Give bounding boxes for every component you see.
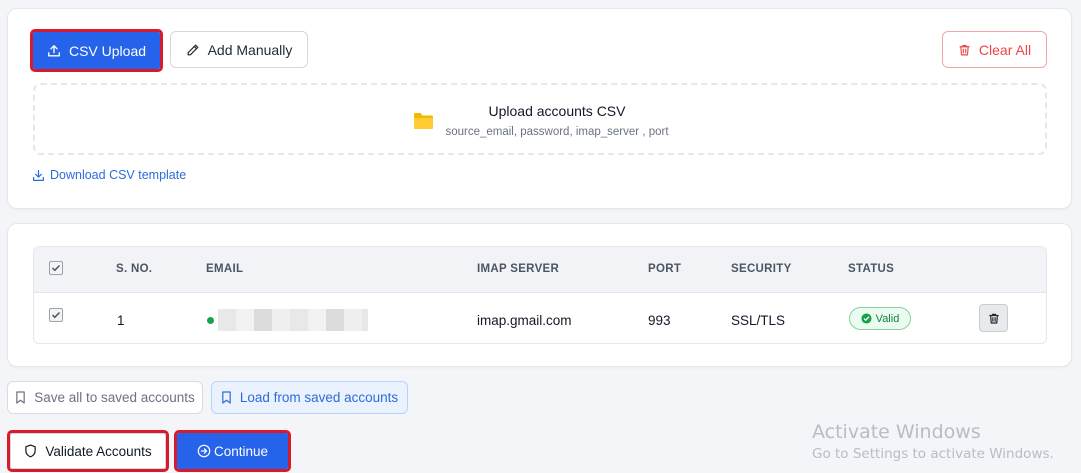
dropzone-subtitle: source_email, password, imap_server , po… xyxy=(445,126,669,138)
header-security: SECURITY xyxy=(731,263,792,275)
bookmark-icon xyxy=(16,391,25,404)
add-manually-button[interactable]: Add Manually xyxy=(170,31,308,68)
clear-all-label: Clear All xyxy=(978,41,1032,58)
download-template-link[interactable]: Download CSV template xyxy=(32,168,186,182)
trash-icon xyxy=(988,313,999,324)
validate-accounts-button[interactable]: Validate Accounts xyxy=(7,430,169,472)
status-label: Valid xyxy=(875,312,900,325)
validate-accounts-label: Validate Accounts xyxy=(45,443,152,459)
row-checkbox[interactable] xyxy=(49,308,63,322)
table-header: S. NO. EMAIL IMAP SERVER PORT SECURITY S… xyxy=(34,247,1046,293)
pencil-icon xyxy=(187,44,199,55)
checkmark-icon xyxy=(51,311,61,319)
activate-windows-title: Activate Windows xyxy=(812,421,981,443)
csv-dropzone[interactable]: Upload accounts CSV source_email, passwo… xyxy=(33,83,1047,155)
continue-label: Continue xyxy=(213,443,269,459)
row-sno: 1 xyxy=(117,313,125,328)
row-security: SSL/TLS xyxy=(731,313,786,328)
header-port: PORT xyxy=(648,263,682,275)
add-manually-label: Add Manually xyxy=(207,41,293,58)
select-all-checkbox[interactable] xyxy=(49,261,63,275)
bookmark-icon xyxy=(222,391,231,404)
dropzone-title: Upload accounts CSV xyxy=(488,103,626,119)
save-all-button[interactable]: Save all to saved accounts xyxy=(7,381,203,414)
checkmark-icon xyxy=(51,264,61,272)
row-imap-server: imap.gmail.com xyxy=(477,313,572,328)
delete-row-button[interactable] xyxy=(979,304,1008,332)
arrow-circle-right-icon xyxy=(197,444,211,458)
save-all-label: Save all to saved accounts xyxy=(34,390,195,405)
accounts-table: S. NO. EMAIL IMAP SERVER PORT SECURITY S… xyxy=(33,246,1047,344)
header-imap-server: IMAP SERVER xyxy=(477,263,560,275)
activate-windows-subtitle: Go to Settings to activate Windows. xyxy=(812,446,1054,462)
header-status: STATUS xyxy=(848,263,895,275)
continue-button[interactable]: Continue xyxy=(174,430,291,472)
download-icon xyxy=(33,169,44,181)
status-badge: Valid xyxy=(849,307,911,330)
email-redacted xyxy=(218,309,368,331)
check-circle-icon xyxy=(861,313,872,324)
row-port: 993 xyxy=(648,313,671,328)
trash-icon xyxy=(959,44,970,55)
email-status-dot xyxy=(207,317,214,324)
download-template-label: Download CSV template xyxy=(50,168,187,182)
clear-all-button[interactable]: Clear All xyxy=(942,31,1047,68)
csv-upload-label: CSV Upload xyxy=(68,42,147,59)
load-saved-label: Load from saved accounts xyxy=(239,390,399,405)
upload-icon xyxy=(48,44,60,56)
load-saved-button[interactable]: Load from saved accounts xyxy=(211,381,408,414)
header-email: EMAIL xyxy=(206,263,244,275)
csv-upload-button[interactable]: CSV Upload xyxy=(30,29,163,72)
header-sno: S. NO. xyxy=(116,263,153,275)
shield-icon xyxy=(25,444,37,458)
